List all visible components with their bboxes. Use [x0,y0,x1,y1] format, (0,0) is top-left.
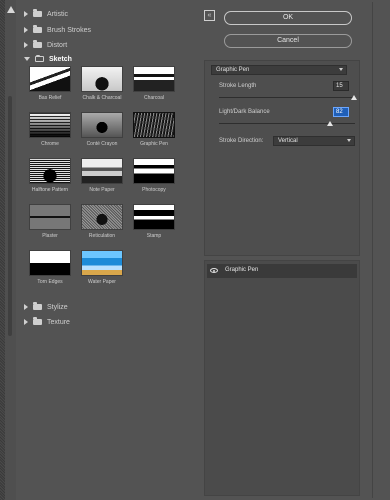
filter-thumb-label: Chrome [41,141,59,147]
stroke-length-slider-handle[interactable] [351,95,357,100]
filter-preview-image [133,66,175,92]
expand-arrow-icon[interactable] [24,11,28,17]
folder-sketch[interactable]: Sketch [24,53,72,65]
filter-thumb-label: Charcoal [143,95,164,101]
stroke-length-slider[interactable] [219,97,355,98]
effect-layer-row[interactable]: Graphic Pen [207,264,357,278]
light-dark-balance-slider-handle[interactable] [327,121,333,126]
filter-settings-box: Graphic Pen Stroke Length 15 Light/Dark … [204,60,360,256]
filter-preview-image [133,204,175,230]
filter-thumb-label: Reticulation [88,233,116,239]
filter-preview-image [29,250,71,276]
folder-icon [33,302,42,310]
chevron-down-icon [339,68,343,71]
stroke-direction-value: Vertical [278,138,298,144]
light-dark-balance-slider[interactable] [219,123,355,124]
folder-stylize[interactable]: Stylize [24,301,68,313]
filter-thumb-label: Photocopy [142,187,166,193]
folder-label: Distort [47,41,68,49]
filter-thumb-charcoal[interactable]: Charcoal [132,66,176,101]
filter-thumb-reticulation[interactable]: Reticulation [80,204,124,239]
filter-thumb-bas-relief[interactable]: Bas Relief [28,66,72,101]
filter-thumb-label: Plaster [42,233,58,239]
filter-thumb-halftone-pattern[interactable]: Halftone Pattern [28,158,72,193]
filter-thumb-water-paper[interactable]: Water Paper [80,250,124,285]
filter-thumb-chrome[interactable]: Chrome [28,112,72,147]
filter-thumb-label: Graphic Pen [140,141,168,147]
filter-thumb-note-paper[interactable]: Note Paper [80,158,124,193]
filter-select-value: Graphic Pen [216,67,250,73]
filter-thumb-label: Torn Edges [37,279,63,285]
folder-texture[interactable]: Texture [24,316,70,328]
folder-label: Brush Strokes [47,26,91,34]
expand-arrow-icon[interactable] [24,304,28,310]
folder-label: Artistic [47,10,68,18]
folder-icon [33,25,42,33]
filter-preview-image [29,112,71,138]
stroke-length-input[interactable]: 15 [333,81,349,91]
filter-thumb-plaster[interactable]: Plaster [28,204,72,239]
folder-icon [33,9,42,17]
scrollbar-thumb[interactable] [8,96,12,336]
collapse-arrow-icon[interactable] [24,57,30,61]
filter-thumb-label: Halftone Pattern [31,187,69,193]
settings-panel: « OK Cancel Graphic Pen Stroke Length 15… [200,2,386,496]
filter-preview-image [81,250,123,276]
filter-gallery-panel: Artistic Brush Strokes Distort Sketch Ba… [18,2,190,334]
folder-label: Sketch [49,55,72,63]
expand-arrow-icon[interactable] [24,319,28,325]
filter-thumb-torn-edges[interactable]: Torn Edges [28,250,72,285]
gallery-scrollbar[interactable] [5,0,16,500]
filter-preview-image [29,204,71,230]
collapse-gallery-icon[interactable]: « [204,10,215,21]
eye-visibility-icon[interactable] [210,268,218,273]
filter-preview-image [29,66,71,92]
light-dark-balance-label: Light/Dark Balance [219,109,270,115]
cancel-button[interactable]: Cancel [224,34,352,48]
stroke-direction-select[interactable]: Vertical [273,136,355,146]
filter-thumb-stamp[interactable]: Stamp [132,204,176,239]
filter-preview-image [133,158,175,184]
folder-label: Stylize [47,303,68,311]
filter-preview-image [81,158,123,184]
chevron-down-icon [347,139,351,142]
effect-layers-box: Graphic Pen [204,260,360,496]
filter-thumb-photocopy[interactable]: Photocopy [132,158,176,193]
expand-arrow-icon[interactable] [24,27,28,33]
filter-thumb-label: Chalk & Charcoal [82,95,122,101]
expand-arrow-icon[interactable] [24,42,28,48]
filter-thumb-label: Note Paper [89,187,115,193]
folder-distort[interactable]: Distort [24,39,67,51]
filter-preview-image [81,112,123,138]
stroke-direction-label: Stroke Direction: [219,138,264,144]
stroke-length-label: Stroke Length [219,83,257,89]
folder-icon [33,317,42,325]
filter-preview-image [81,204,123,230]
filter-thumb-conte-crayon[interactable]: Conté Crayon [80,112,124,147]
folder-brush-strokes[interactable]: Brush Strokes [24,24,91,36]
filter-thumb-chalk-charcoal[interactable]: Chalk & Charcoal [80,66,124,101]
filter-preview-image [29,158,71,184]
filter-thumb-graphic-pen[interactable]: Graphic Pen [129,109,179,147]
filter-select[interactable]: Graphic Pen [211,65,347,75]
filter-thumb-label: Conté Crayon [86,141,118,147]
scroll-up-arrow-icon[interactable] [7,6,15,13]
filter-thumb-label: Bas Relief [38,95,62,101]
panel-divider [372,2,373,498]
folder-icon [33,40,42,48]
open-folder-icon [35,55,44,62]
ok-button[interactable]: OK [224,11,352,25]
light-dark-balance-input[interactable]: 82 [333,107,349,117]
effect-layer-label: Graphic Pen [225,267,259,273]
filter-preview-image [133,112,175,138]
folder-label: Texture [47,318,70,326]
filter-thumb-label: Stamp [146,233,162,239]
folder-artistic[interactable]: Artistic [24,8,68,20]
filter-thumb-label: Water Paper [88,279,116,285]
filter-preview-image [81,66,123,92]
